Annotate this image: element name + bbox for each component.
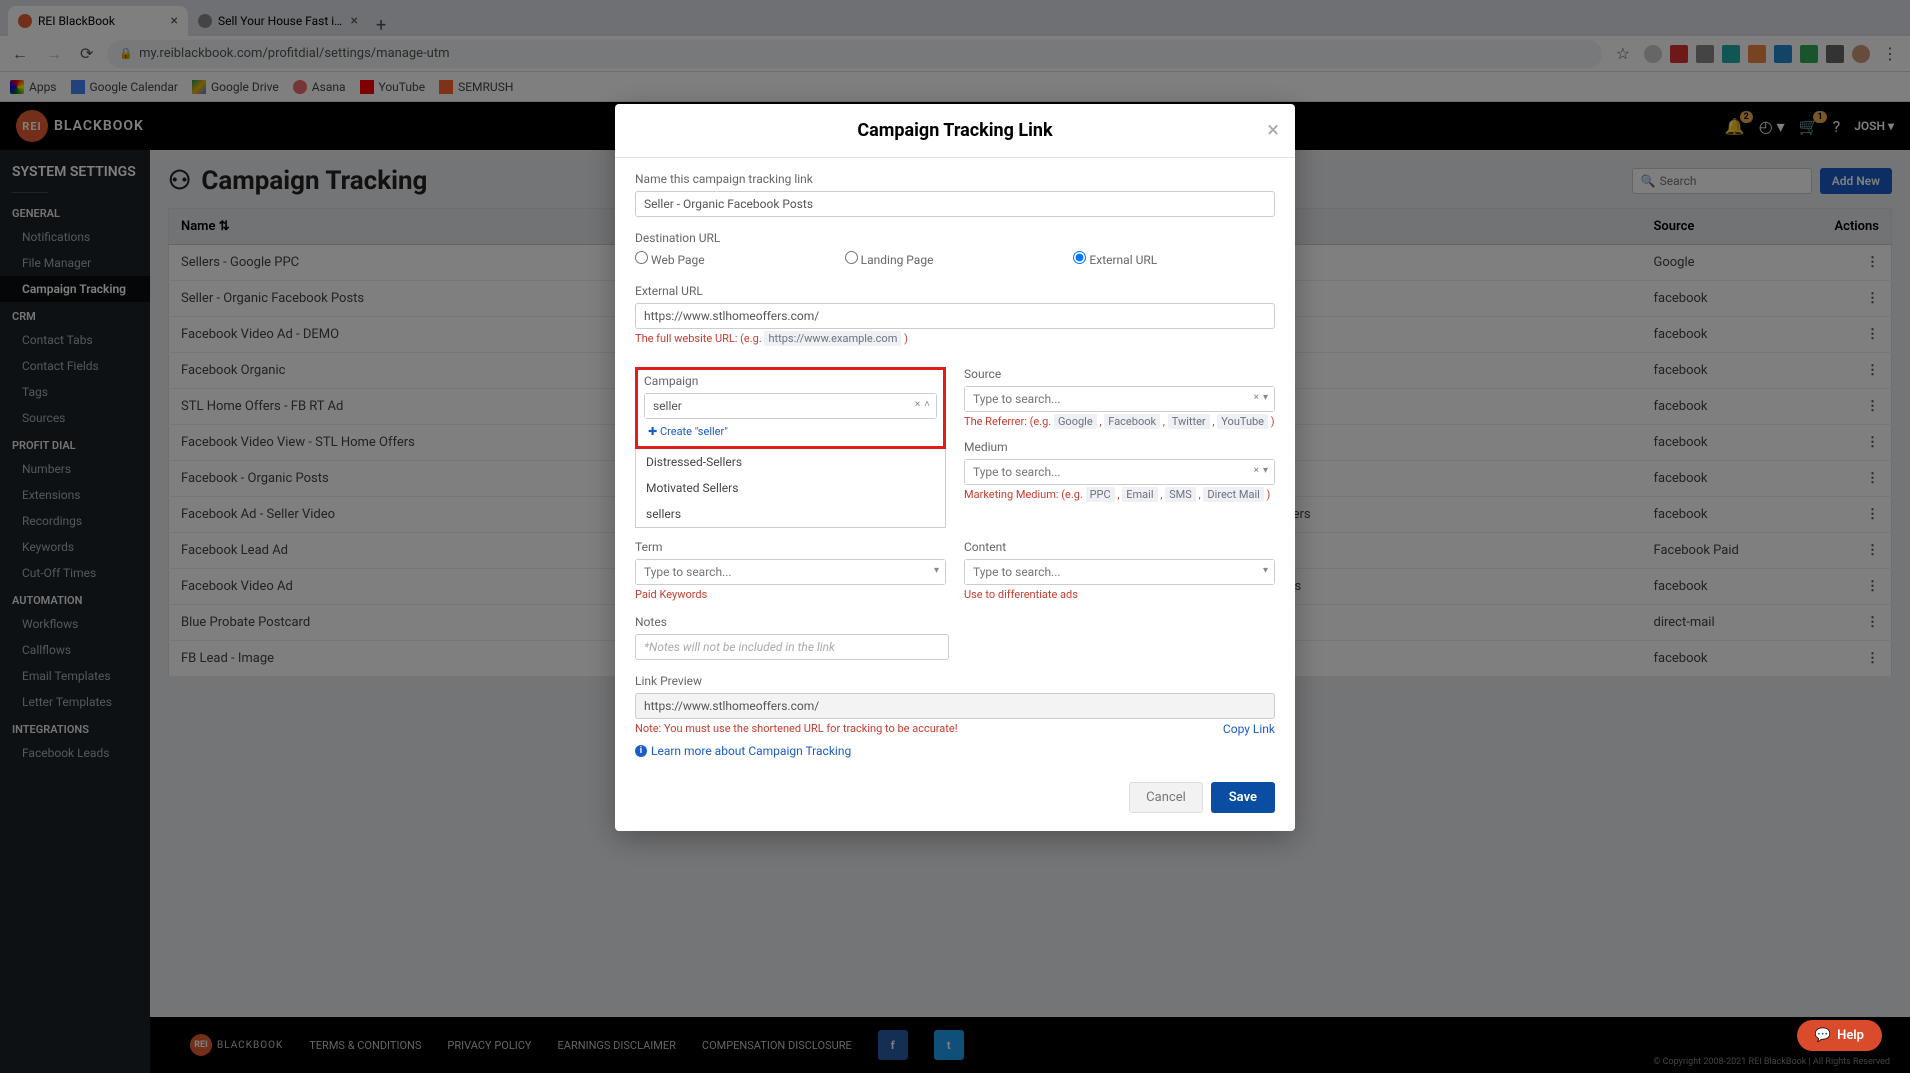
chevron-down-icon[interactable]: ▾ xyxy=(1263,392,1268,403)
input-notes[interactable] xyxy=(635,634,949,660)
chevron-up-icon[interactable]: ˄ xyxy=(924,399,930,410)
label-preview: Link Preview xyxy=(635,674,1275,688)
radio-external[interactable]: External URL xyxy=(1073,251,1157,267)
chat-icon: 💬 xyxy=(1815,1028,1831,1043)
input-term[interactable] xyxy=(636,560,945,584)
combo-toggle[interactable]: × ▾ xyxy=(1254,392,1268,403)
label-notes: Notes xyxy=(635,615,1275,629)
modal-campaign-link: Campaign Tracking Link × Name this campa… xyxy=(615,104,1295,831)
input-external-url[interactable] xyxy=(635,303,1275,329)
label-destination: Destination URL xyxy=(635,231,1275,245)
dropdown-item[interactable]: Motivated Sellers xyxy=(636,475,945,501)
help-button[interactable]: 💬Help xyxy=(1797,1020,1882,1051)
label-content: Content xyxy=(964,540,1275,554)
combo-content[interactable]: ▾ xyxy=(964,559,1275,585)
cancel-button[interactable]: Cancel xyxy=(1129,782,1203,813)
label-source: Source xyxy=(964,367,1275,381)
clear-icon[interactable]: × xyxy=(1254,465,1259,476)
modal-body: Name this campaign tracking link Destina… xyxy=(615,158,1295,772)
copy-link[interactable]: Copy Link xyxy=(1223,722,1275,736)
info-icon: i xyxy=(635,745,647,757)
hint-medium: Marketing Medium: (e.g. PPC , Email , SM… xyxy=(964,488,1275,501)
combo-term[interactable]: ▾ xyxy=(635,559,946,585)
input-campaign[interactable] xyxy=(645,394,936,418)
dropdown-item[interactable]: sellers xyxy=(636,501,945,527)
input-content[interactable] xyxy=(965,560,1274,584)
highlight-campaign: Campaign × ˄ ✚ Create "seller" xyxy=(635,367,946,449)
label-external-url: External URL xyxy=(635,284,1275,298)
hint-preview: Note: You must use the shortened URL for… xyxy=(635,722,958,736)
hint-term: Paid Keywords xyxy=(635,588,946,601)
learn-more-link[interactable]: iLearn more about Campaign Tracking xyxy=(635,744,1275,758)
create-option[interactable]: ✚ Create "seller" xyxy=(644,419,937,444)
hint-external-url: The full website URL: (e.g. https://www.… xyxy=(635,332,1275,345)
combo-medium[interactable]: × ▾ xyxy=(964,459,1275,485)
combo-campaign[interactable]: × ˄ xyxy=(644,393,937,419)
chevron-down-icon[interactable]: ▾ xyxy=(1263,565,1268,576)
clear-icon[interactable]: × xyxy=(1254,392,1259,403)
label-campaign: Campaign xyxy=(644,374,937,388)
dropdown-campaign: Distressed-Sellers Motivated Sellers sel… xyxy=(635,449,946,528)
label-medium: Medium xyxy=(964,440,1275,454)
radio-destination: Web Page Landing Page External URL xyxy=(635,251,1275,272)
radio-landing[interactable]: Landing Page xyxy=(845,251,934,267)
combo-source[interactable]: × ▾ xyxy=(964,386,1275,412)
save-button[interactable]: Save xyxy=(1211,782,1275,813)
label-name: Name this campaign tracking link xyxy=(635,172,1275,186)
chevron-down-icon[interactable]: ▾ xyxy=(1263,465,1268,476)
close-icon[interactable]: × xyxy=(1267,118,1279,143)
modal-footer: Cancel Save xyxy=(615,772,1295,831)
input-medium[interactable] xyxy=(965,460,1274,484)
label-term: Term xyxy=(635,540,946,554)
input-name[interactable] xyxy=(635,191,1275,217)
modal-header: Campaign Tracking Link × xyxy=(615,104,1295,158)
input-preview xyxy=(635,693,1275,719)
dropdown-item[interactable]: Distressed-Sellers xyxy=(636,449,945,475)
radio-webpage[interactable]: Web Page xyxy=(635,251,705,267)
clear-icon[interactable]: × xyxy=(915,399,920,410)
hint-source: The Referrer: (e.g. Google , Facebook , … xyxy=(964,415,1275,428)
combo-toggle[interactable]: × ▾ xyxy=(1254,465,1268,476)
modal-title: Campaign Tracking Link xyxy=(857,120,1052,141)
hint-content: Use to differentiate ads xyxy=(964,588,1275,601)
input-source[interactable] xyxy=(965,387,1274,411)
chevron-down-icon[interactable]: ▾ xyxy=(934,565,939,576)
combo-toggle[interactable]: × ˄ xyxy=(915,399,930,410)
